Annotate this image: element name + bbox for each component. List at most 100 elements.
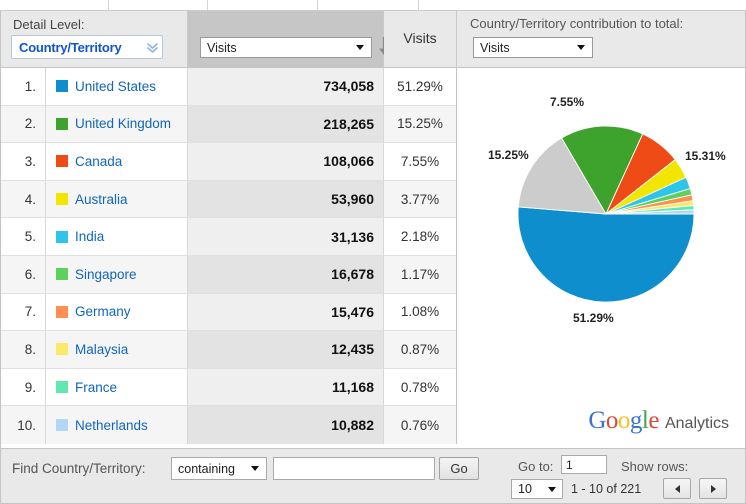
row-country-cell[interactable]: United Kingdom xyxy=(46,105,188,143)
row-country-cell[interactable]: Germany xyxy=(46,293,188,331)
row-country-link[interactable]: Canada xyxy=(75,154,122,169)
strip-divider-4 xyxy=(418,0,419,10)
table-row[interactable]: 1. United States 734,058 51.29% xyxy=(1,68,456,106)
row-rank: 4. xyxy=(1,180,46,218)
row-visits-value: 108,066 xyxy=(188,143,384,180)
row-country-cell[interactable]: Malaysia xyxy=(46,331,188,368)
series-color-swatch-icon xyxy=(56,155,68,168)
find-operator-value: containing xyxy=(178,461,235,476)
table-row[interactable]: 6. Singapore 16,678 1.17% xyxy=(1,255,456,294)
row-country-cell[interactable]: France xyxy=(46,368,188,406)
table-row[interactable]: 5. India 31,136 2.18% xyxy=(1,218,456,256)
row-country-link[interactable]: United Kingdom xyxy=(75,116,171,131)
chevron-down-icon xyxy=(356,45,364,50)
arrow-right-icon xyxy=(710,484,716,493)
row-country-link[interactable]: Singapore xyxy=(75,267,137,282)
visits-column-header-label: Visits xyxy=(403,30,437,46)
row-percent-value: 1.08% xyxy=(400,304,440,320)
row-rank: 6. xyxy=(1,255,46,293)
row-country-link[interactable]: Germany xyxy=(75,304,131,319)
row-rank: 7. xyxy=(1,293,46,331)
next-page-button[interactable] xyxy=(699,478,727,499)
table-row[interactable]: 9. France 11,168 0.78% xyxy=(1,368,456,407)
pie-slice-label: 7.55% xyxy=(550,95,585,109)
row-percent-value: 7.55% xyxy=(400,153,440,169)
table-row[interactable]: 4. Australia 53,960 3.77% xyxy=(1,180,456,219)
detail-level-dropdown[interactable]: Country/Territory xyxy=(11,35,163,59)
strip-divider-3 xyxy=(317,0,318,10)
google-wordmark: Google xyxy=(588,408,659,433)
countries-table: 1. United States 734,058 51.29% 2. United Kin… xyxy=(1,68,457,444)
contribution-label: Country/Territory contribution to total: xyxy=(470,16,684,31)
row-rank: 9. xyxy=(1,368,46,406)
strip-divider-1 xyxy=(108,0,109,10)
chevron-down-icon xyxy=(251,466,259,471)
row-country-cell[interactable]: Singapore xyxy=(46,255,188,293)
visits-column-header-cell[interactable]: Visits xyxy=(384,11,457,68)
row-percent-value: 1.17% xyxy=(400,266,440,282)
pie-chart[interactable]: 51.29% 15.31% 15.25% 7.55% xyxy=(457,68,745,447)
row-visits-value: 10,882 xyxy=(188,406,384,444)
table-row[interactable]: 8. Malaysia 12,435 0.87% xyxy=(1,331,456,369)
table-row[interactable]: 10. Netherlands 10,882 0.76% xyxy=(1,406,456,444)
row-rank: 2. xyxy=(1,105,46,143)
row-country-cell[interactable]: India xyxy=(46,218,188,255)
pie-slice[interactable] xyxy=(517,206,695,303)
row-percent-value: 0.87% xyxy=(400,341,440,357)
row-country-cell[interactable]: Canada xyxy=(46,143,188,180)
metric-dropdown[interactable]: Visits xyxy=(200,37,372,58)
series-color-swatch-icon xyxy=(56,80,68,93)
series-color-swatch-icon xyxy=(56,419,68,432)
detail-level-value: Country/Territory xyxy=(19,39,122,55)
row-visits-value: 31,136 xyxy=(188,218,384,255)
report-frame: Detail Level: Country/Territory Visits V… xyxy=(0,11,746,504)
contribution-metric-value: Visits xyxy=(480,40,510,55)
google-letter: g xyxy=(629,407,643,434)
detail-level-label: Detail Level: xyxy=(13,17,85,32)
row-country-link[interactable]: Australia xyxy=(75,192,128,207)
table-footer-toolbar: Find Country/Territory: containing Go Go… xyxy=(1,448,745,503)
row-country-link[interactable]: Netherlands xyxy=(75,418,148,433)
contribution-chart-panel: 51.29% 15.31% 15.25% 7.55% Google Analytics xyxy=(457,68,745,447)
row-country-link[interactable]: United States xyxy=(75,79,156,94)
google-letter: e xyxy=(648,407,659,434)
row-country-link[interactable]: France xyxy=(75,380,117,395)
table-row[interactable]: 7. Germany 15,476 1.08% xyxy=(1,293,456,332)
series-color-swatch-icon xyxy=(56,343,68,356)
row-visits-value: 12,435 xyxy=(188,331,384,368)
series-color-swatch-icon xyxy=(56,193,68,206)
row-country-link[interactable]: India xyxy=(75,229,104,244)
find-input[interactable] xyxy=(273,457,435,480)
google-analytics-countries-report: Detail Level: Country/Territory Visits V… xyxy=(0,0,746,504)
row-country-cell[interactable]: Netherlands xyxy=(46,406,188,444)
previous-page-button[interactable] xyxy=(663,478,691,499)
series-color-swatch-icon xyxy=(56,305,68,318)
strip-divider-2 xyxy=(207,0,208,10)
row-rank: 1. xyxy=(1,68,46,105)
goto-page-input[interactable] xyxy=(561,455,607,474)
row-visits-value: 218,265 xyxy=(188,105,384,143)
table-row[interactable]: 3. Canada 108,066 7.55% xyxy=(1,143,456,181)
pie-slice-label: 51.29% xyxy=(573,311,614,325)
row-country-cell[interactable]: United States xyxy=(46,68,188,105)
row-rank: 10. xyxy=(1,406,46,444)
result-range-text: 1 - 10 of 221 xyxy=(571,482,642,496)
go-button[interactable]: Go xyxy=(439,457,479,480)
arrow-left-icon xyxy=(674,484,680,493)
contribution-metric-dropdown[interactable]: Visits xyxy=(473,37,593,58)
row-percent-value: 0.76% xyxy=(400,417,440,433)
row-visits-value: 53,960 xyxy=(188,180,384,218)
truncated-header-strip xyxy=(0,0,746,11)
row-percent-value: 15.25% xyxy=(397,116,443,132)
series-color-swatch-icon xyxy=(56,381,68,394)
row-country-cell[interactable]: Australia xyxy=(46,180,188,218)
table-row[interactable]: 2. United Kingdom 218,265 15.25% xyxy=(1,105,456,144)
google-letter: G xyxy=(588,407,606,434)
find-operator-dropdown[interactable]: containing xyxy=(171,457,267,480)
row-country-link[interactable]: Malaysia xyxy=(75,342,128,357)
row-visits-value: 734,058 xyxy=(188,68,384,105)
row-visits-value: 11,168 xyxy=(188,368,384,406)
rows-per-page-dropdown[interactable]: 10 xyxy=(511,479,563,499)
row-percent-value: 2.18% xyxy=(400,229,440,245)
row-visits-value: 15,476 xyxy=(188,293,384,331)
